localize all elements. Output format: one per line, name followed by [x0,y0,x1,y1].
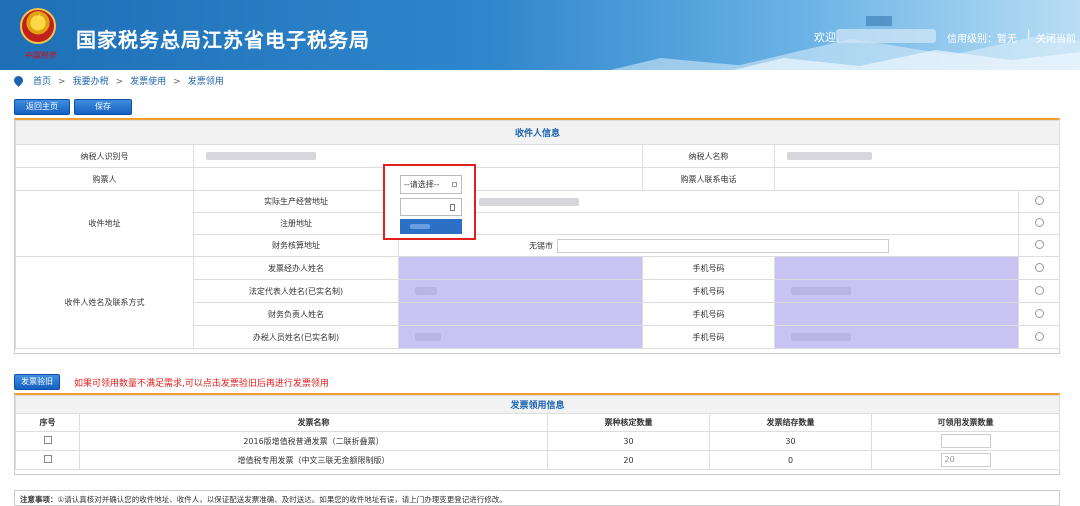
table-row: 增值税专用发票（中文三联无金额限制版） 20 0 20 [15,450,1061,470]
taxpayer-name-label: 纳税人名称 [642,144,775,168]
notice: 注意事项：①请认真核对并确认您的收件地址、收件人，以保证配送发票准确、及时送达。… [14,490,1060,506]
taxstaff-phone-redacted [791,333,851,341]
contact-label-finance: 财务负责人姓名 [193,302,399,326]
option-redacted [410,224,430,229]
stock-qty: 30 [709,431,872,451]
recipient-panel: 收件人信息 纳税人识别号 纳税人名称 购票人 购票人联系电话 收件地址 实际生产… [14,118,1061,354]
contact-radio-legal[interactable] [1034,285,1044,295]
row-checkbox[interactable] [43,455,52,463]
taxstaff-phone-label: 手机号码 [642,325,775,349]
table-row: 2016版增值税普通发票（二联折叠票） 30 30 [15,431,1061,451]
legal-phone-label: 手机号码 [642,279,775,303]
address-label-actual: 实际生产经营地址 [193,190,399,213]
verify-note: 如果可领用数量不满足需求,可以点击发票验旧后再进行发票领用 [74,379,329,389]
invoice-panel: 发票领用信息 序号 发票名称 票种核定数量 发票结存数量 可领用发票数量 201… [14,393,1061,475]
finance-name-input[interactable] [398,302,643,326]
col-header-index: 序号 [15,413,80,432]
approved-qty: 30 [547,431,710,451]
taxpayer-name-redacted [787,152,872,160]
buyer-phone-label: 购票人联系电话 [642,167,775,191]
invoice-name: 增值税专用发票（中文三联无金额限制版） [79,450,548,470]
breadcrumb-home[interactable]: 首页 [33,77,51,87]
finance-phone-input[interactable] [774,302,1019,326]
actual-address-redacted [479,197,579,206]
address-label-finance: 财务核算地址 [193,234,399,257]
breadcrumb-invoice-apply[interactable]: 发票领用 [188,77,224,87]
row-checkbox[interactable] [43,436,52,444]
col-header-receivable: 可领用发票数量 [870,413,1061,432]
dropdown-search-box[interactable] [400,198,462,216]
buyer-dropdown-popup: --请选择-- [383,164,476,240]
col-header-stock: 发票结存数量 [709,413,872,432]
breadcrumb-invoice-use[interactable]: 发票使用 [130,77,166,87]
handler-name-input[interactable] [398,256,643,280]
finance-city: 无锡市 [529,241,553,250]
contact-label-taxstaff: 办税人员姓名(已实名制) [193,325,399,349]
receivable-input[interactable]: 20 [940,453,991,467]
address-radio-registered[interactable] [1034,218,1044,227]
legal-phone-redacted [791,287,851,295]
contact-radio-taxstaff[interactable] [1034,331,1044,341]
col-header-name: 发票名称 [79,413,548,432]
invoice-section-title: 发票领用信息 [14,395,1061,414]
contact-label-legal: 法定代表人姓名(已实名制) [193,279,399,303]
site-header: ★ 中国税务 国家税务总局江苏省电子税务局 欢迎, 信用级别：暂无 | 关闭当前 [0,0,1080,70]
taxstaff-name-redacted [415,333,441,341]
stock-qty: 0 [709,450,872,470]
handler-phone-input[interactable] [774,256,1019,280]
finance-phone-label: 手机号码 [642,302,775,326]
save-button[interactable]: 保存 [74,99,132,115]
breadcrumb: 首页 > 我要办税 > 发票使用 > 发票领用 [0,72,1080,92]
col-header-approved: 票种核定数量 [547,413,710,432]
credit-level: 信用级别：暂无 [947,34,1017,45]
star-icon: ★ [35,13,44,24]
contact-group-label: 收件人姓名及联系方式 [15,256,194,349]
back-home-button[interactable]: 返回主页 [14,99,70,115]
address-radio-actual[interactable] [1034,196,1044,205]
taxpayer-id-label: 纳税人识别号 [15,144,194,168]
breadcrumb-tax[interactable]: 我要办税 [73,77,109,87]
contact-radio-handler[interactable] [1034,262,1044,272]
receivable-input[interactable] [940,434,991,448]
notice-text: ①请认真核对并确认您的收件地址、收件人，以保证配送发票准确、及时送达。如果您的收… [57,495,507,504]
dropdown-caret-icon [452,182,457,187]
username-redacted [836,29,936,43]
legal-name-redacted [415,287,437,295]
contact-radio-finance[interactable] [1034,308,1044,318]
buyer-select[interactable]: --请选择-- [400,175,462,194]
dropdown-option-selected[interactable] [400,219,462,234]
taxpayer-id-redacted [206,152,316,160]
handler-phone-label: 手机号码 [642,256,775,280]
invoice-verify-button[interactable]: 发票验旧 [14,374,60,390]
address-radio-finance[interactable] [1034,240,1044,249]
location-pin-icon [12,74,25,87]
close-current-link[interactable]: 关闭当前 [1036,30,1076,45]
buyer-phone-cell[interactable] [773,167,1061,191]
finance-address-input[interactable] [557,238,889,253]
contact-label-handler: 发票经办人姓名 [193,256,399,280]
notice-label: 注意事项： [20,495,58,504]
invoice-name: 2016版增值税普通发票（二联折叠票） [79,431,548,451]
buyer-label: 购票人 [15,167,194,191]
address-group-label: 收件地址 [15,190,194,257]
recipient-section-title: 收件人信息 [14,120,1061,145]
emblem-subtitle: 中国税务 [24,51,56,60]
scrollbar-icon [450,204,455,211]
approved-qty: 20 [547,450,710,470]
site-title: 国家税务总局江苏省电子税务局 [76,28,370,52]
tower-decoration [866,16,892,26]
header-separator: | [1027,29,1031,40]
address-label-registered: 注册地址 [193,212,399,235]
